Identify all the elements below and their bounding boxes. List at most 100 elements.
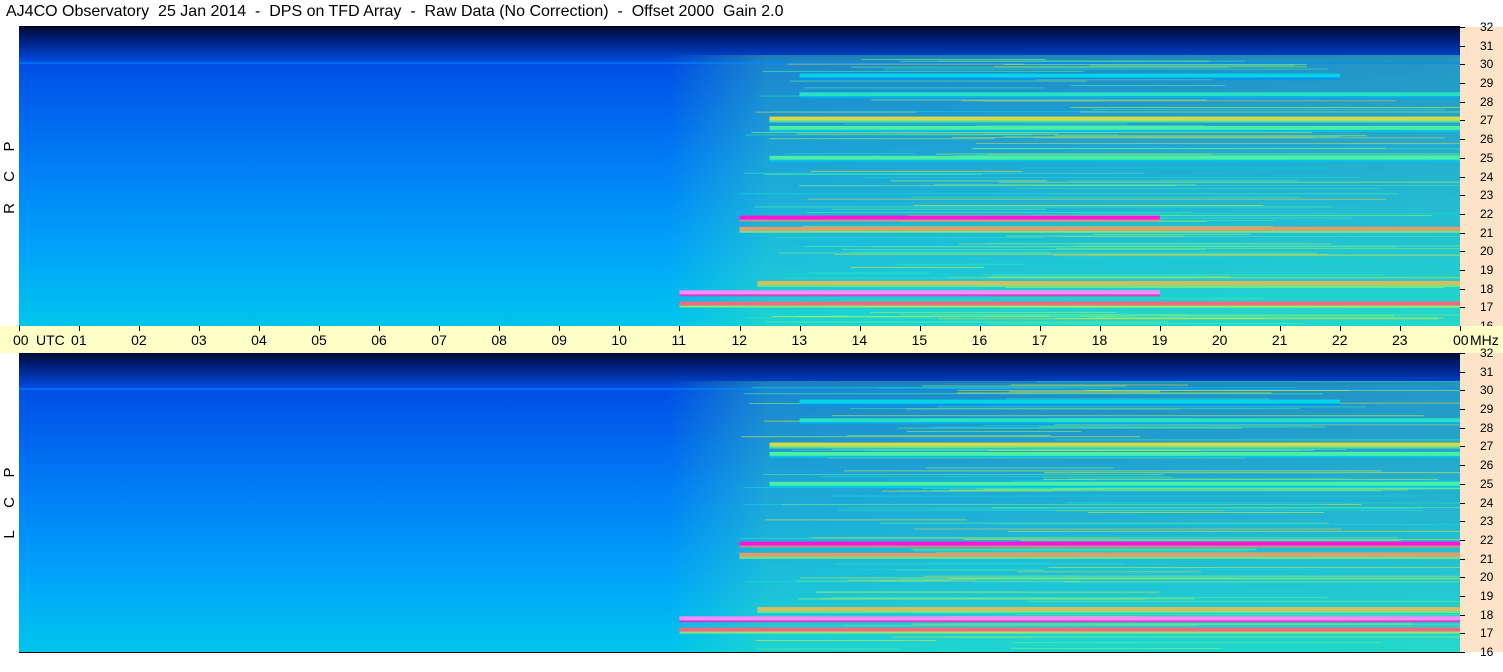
polarization-letter: P xyxy=(1,141,18,152)
heatmap-texture-line xyxy=(840,299,991,301)
heatmap-texture-line xyxy=(744,172,1144,174)
heatmap-band xyxy=(769,125,1460,130)
heatmap-band-edge xyxy=(769,159,1460,162)
frequency-tick-label: 16 xyxy=(1480,645,1494,659)
heatmap-texture-line xyxy=(975,143,1460,145)
heatmap-texture-line xyxy=(1056,248,1460,250)
heatmap-band xyxy=(769,155,1460,160)
heatmap-texture-line xyxy=(1078,213,1460,215)
heatmap-texture-line xyxy=(740,193,1059,195)
spectrogram-figure: AJ4CO Observatory 25 Jan 2014 - DPS on T… xyxy=(0,0,1503,672)
heatmap-texture-line xyxy=(763,474,1164,476)
heatmap-band-edge xyxy=(739,556,1460,559)
heatmap-texture-line xyxy=(820,568,1322,570)
frequency-tick-mark xyxy=(1460,195,1465,197)
heatmap-texture-line xyxy=(988,449,1201,451)
heatmap-band-edge xyxy=(757,285,1460,288)
heatmap-texture-line xyxy=(861,59,1047,61)
time-tick-mark xyxy=(379,326,381,331)
heatmap-texture-line xyxy=(1044,472,1460,474)
heatmap-30mhz-line xyxy=(19,62,1460,64)
heatmap-texture-line xyxy=(925,562,1050,564)
frequency-tick-mark xyxy=(1460,633,1465,635)
frequency-axis-rcp: 1617181920212223242526272829303132 xyxy=(1460,20,1503,333)
frequency-tick-mark xyxy=(1460,446,1465,448)
frequency-tick-label: 26 xyxy=(1480,458,1494,473)
time-tick-label: 00 xyxy=(1453,332,1469,348)
heatmap-band-edge xyxy=(739,545,1460,548)
time-tick-mark xyxy=(559,326,561,331)
time-tick-mark xyxy=(739,326,741,331)
frequency-tick-mark xyxy=(1460,539,1465,541)
heatmap-texture-line xyxy=(1083,389,1460,391)
frequency-tick-label: 22 xyxy=(1480,532,1494,547)
time-tick-mark xyxy=(979,326,981,331)
time-tick-mark xyxy=(139,326,141,331)
heatmap-texture-line xyxy=(949,577,1460,579)
heatmap-texture-line xyxy=(958,243,1332,245)
heatmap-band-edge xyxy=(769,129,1460,132)
heatmap-texture-line xyxy=(1026,600,1460,602)
frequency-tick-label: 17 xyxy=(1480,626,1494,641)
heatmap-band xyxy=(679,290,1160,295)
heatmap-texture-line xyxy=(1063,258,1446,260)
frequency-tick-mark xyxy=(1460,390,1465,392)
frequency-tick-label: 21 xyxy=(1480,551,1494,566)
heatmap-band xyxy=(739,226,1460,231)
frequency-tick-label: 27 xyxy=(1480,113,1494,128)
time-tick-mark xyxy=(259,326,261,331)
heatmap-texture-line xyxy=(914,550,1248,552)
frequency-tick-label: 21 xyxy=(1480,225,1494,240)
heatmap-texture-line xyxy=(956,392,1272,394)
heatmap-texture-line xyxy=(751,132,1312,134)
heatmap-texture-line xyxy=(961,100,1396,102)
heatmap-texture-line xyxy=(762,70,1085,72)
heatmap-band-edge xyxy=(679,631,1460,634)
heatmap-texture-line xyxy=(835,563,1125,565)
heatmap-texture-line xyxy=(847,579,977,581)
heatmap-texture-line xyxy=(1013,480,1460,482)
heatmap-band-edge xyxy=(799,422,1460,425)
heatmap-texture-line xyxy=(934,508,1412,510)
heatmap-texture-line xyxy=(843,625,1197,627)
frequency-tick-label: 20 xyxy=(1480,244,1494,259)
heatmap-texture-line xyxy=(938,318,1439,320)
time-tick-label: 03 xyxy=(191,332,207,348)
time-tick-label: 21 xyxy=(1271,332,1288,348)
heatmap-texture-line xyxy=(911,548,1257,550)
time-tick-mark xyxy=(79,326,81,331)
heatmap-band xyxy=(769,481,1460,486)
heatmap-texture-line xyxy=(815,591,1160,593)
time-tick-label: 16 xyxy=(971,332,988,348)
frequency-tick-label: 24 xyxy=(1480,169,1494,184)
heatmap-band-edge xyxy=(679,620,1460,623)
heatmap-band-edge xyxy=(769,455,1460,458)
heatmap-band-edge xyxy=(757,611,1460,614)
frequency-tick-label: 31 xyxy=(1480,38,1494,53)
time-tick-label: 14 xyxy=(851,332,868,348)
heatmap-texture-line xyxy=(935,153,1460,155)
frequency-tick-label: 18 xyxy=(1480,281,1494,296)
heatmap-band-edge xyxy=(799,77,1340,80)
heatmap-texture-line xyxy=(741,436,1141,438)
heatmap-texture-line xyxy=(988,323,1304,325)
heatmap-texture-line xyxy=(1065,502,1460,504)
heatmap-band xyxy=(679,301,1460,306)
time-tick-label: 08 xyxy=(491,332,507,348)
heatmap-texture-line xyxy=(846,434,1051,436)
heatmap-texture-line xyxy=(983,425,1313,427)
heatmap-texture-line xyxy=(768,138,995,140)
frequency-tick-mark xyxy=(1460,176,1465,178)
heatmap-band-edge xyxy=(769,446,1460,449)
frequency-tick-label: 28 xyxy=(1480,94,1494,109)
time-tick-mark xyxy=(619,326,621,331)
heatmap-texture-line xyxy=(955,575,1308,577)
frequency-tick-label: 29 xyxy=(1480,76,1494,91)
heatmap-texture-line xyxy=(1017,571,1202,573)
heatmap-texture-line xyxy=(1036,381,1460,383)
heatmap-band-edge xyxy=(679,305,1460,308)
heatmap-texture-line xyxy=(999,181,1460,183)
heatmap-texture-line xyxy=(877,387,1297,389)
frequency-tick-mark xyxy=(1460,371,1465,373)
heatmap-texture-line xyxy=(803,87,1045,89)
